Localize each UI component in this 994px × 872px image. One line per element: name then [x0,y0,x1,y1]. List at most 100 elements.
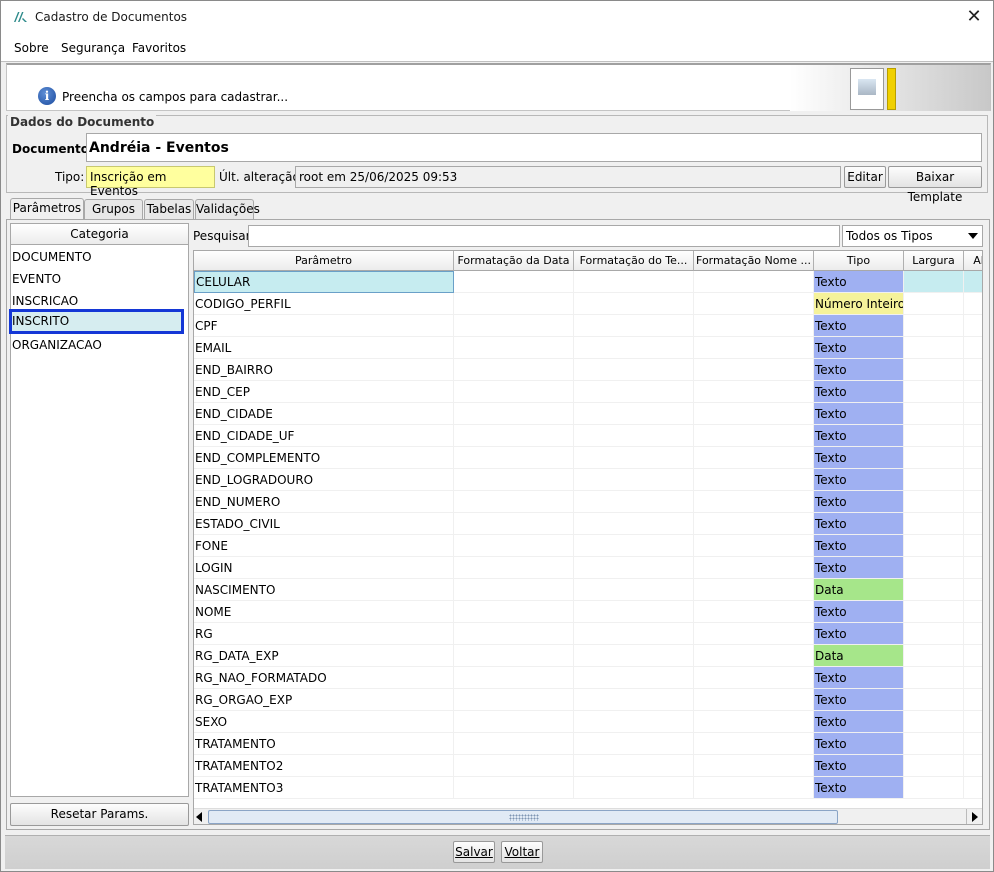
column-header-formatacao-nome[interactable]: Formatação Nome ... [694,251,814,271]
resetar-params-button[interactable]: Resetar Params. [10,803,189,826]
table-cell[interactable] [964,491,982,513]
table-cell[interactable] [964,601,982,623]
table-cell[interactable] [964,271,982,293]
tipo-cell[interactable]: Texto [814,777,904,799]
table-cell[interactable] [574,579,694,601]
table-cell[interactable] [904,469,964,491]
table-cell[interactable] [964,337,982,359]
tab-tabelas[interactable]: Tabelas [144,199,194,219]
scroll-right-icon[interactable] [972,812,978,822]
table-cell[interactable] [694,447,814,469]
voltar-button[interactable]: Voltar [501,841,543,863]
table-cell[interactable] [904,425,964,447]
table-cell[interactable] [904,337,964,359]
scroll-thumb[interactable] [208,810,838,824]
table-cell[interactable] [454,667,574,689]
table-cell[interactable] [694,381,814,403]
table-row[interactable]: CPF Texto [194,315,982,337]
table-cell[interactable] [964,755,982,777]
menu-sobre[interactable]: Sobre [14,41,49,55]
table-cell[interactable] [454,601,574,623]
table-cell[interactable] [454,755,574,777]
table-cell[interactable] [694,359,814,381]
table-cell[interactable] [964,667,982,689]
tipo-cell[interactable]: Texto [814,491,904,513]
column-header-formatacao-data[interactable]: Formatação da Data [454,251,574,271]
horizontal-scrollbar[interactable] [194,808,982,824]
parametro-cell[interactable]: RG_ORGAO_EXP [194,689,454,711]
table-cell[interactable] [574,535,694,557]
tipo-cell[interactable]: Texto [814,271,904,293]
tipo-cell[interactable]: Texto [814,425,904,447]
table-cell[interactable] [694,293,814,315]
table-cell[interactable] [574,315,694,337]
table-cell[interactable] [694,645,814,667]
table-row[interactable]: ESTADO_CIVIL Texto [194,513,982,535]
table-cell[interactable] [574,733,694,755]
categoria-item[interactable]: EVENTO [11,268,188,290]
table-cell[interactable] [454,535,574,557]
table-cell[interactable] [454,403,574,425]
table-cell[interactable] [574,557,694,579]
parametro-cell[interactable]: CELULAR [194,271,454,293]
table-cell[interactable] [454,447,574,469]
table-cell[interactable] [574,403,694,425]
table-cell[interactable] [904,711,964,733]
table-cell[interactable] [904,601,964,623]
table-row[interactable]: CODIGO_PERFIL Número Inteiro [194,293,982,315]
table-cell[interactable] [574,645,694,667]
table-row[interactable]: END_CEP Texto [194,381,982,403]
parametro-cell[interactable]: TRATAMENTO2 [194,755,454,777]
table-row[interactable]: RG_ORGAO_EXP Texto [194,689,982,711]
table-row[interactable]: NOME Texto [194,601,982,623]
table-cell[interactable] [454,777,574,799]
tipo-cell[interactable]: Texto [814,359,904,381]
table-cell[interactable] [694,491,814,513]
documento-field[interactable]: Andréia - Eventos [86,133,982,162]
table-cell[interactable] [574,623,694,645]
table-cell[interactable] [964,315,982,337]
tipo-cell[interactable]: Texto [814,315,904,337]
table-cell[interactable] [694,601,814,623]
categoria-item[interactable]: ORGANIZACAO [11,334,188,356]
parametro-cell[interactable]: RG_DATA_EXP [194,645,454,667]
column-header-tipo[interactable]: Tipo [814,251,904,271]
table-cell[interactable] [904,513,964,535]
table-row[interactable]: NASCIMENTO Data [194,579,982,601]
column-header-largura[interactable]: Largura [904,251,964,271]
table-cell[interactable] [694,579,814,601]
tipo-cell[interactable]: Data [814,645,904,667]
table-cell[interactable] [454,645,574,667]
parametro-cell[interactable]: END_CIDADE_UF [194,425,454,447]
tipo-cell[interactable]: Texto [814,535,904,557]
table-cell[interactable] [964,381,982,403]
table-row[interactable]: RG Texto [194,623,982,645]
salvar-button[interactable]: Salvar [453,841,495,863]
table-cell[interactable] [904,579,964,601]
table-cell[interactable] [454,711,574,733]
parametro-cell[interactable]: FONE [194,535,454,557]
table-row[interactable]: CELULAR Texto [194,271,982,293]
table-cell[interactable] [694,337,814,359]
table-cell[interactable] [904,491,964,513]
table-cell[interactable] [574,469,694,491]
table-cell[interactable] [574,711,694,733]
tipo-cell[interactable]: Texto [814,733,904,755]
table-row[interactable]: LOGIN Texto [194,557,982,579]
table-cell[interactable] [694,689,814,711]
table-row[interactable]: END_NUMERO Texto [194,491,982,513]
table-cell[interactable] [904,755,964,777]
table-cell[interactable] [904,667,964,689]
tipo-cell[interactable]: Texto [814,667,904,689]
table-cell[interactable] [964,447,982,469]
table-cell[interactable] [694,535,814,557]
column-header-formatacao-texto[interactable]: Formatação do Te... [574,251,694,271]
tipo-cell[interactable]: Texto [814,711,904,733]
parametro-cell[interactable]: END_NUMERO [194,491,454,513]
table-cell[interactable] [964,535,982,557]
table-cell[interactable] [904,315,964,337]
table-row[interactable]: FONE Texto [194,535,982,557]
parametro-cell[interactable]: CPF [194,315,454,337]
table-cell[interactable] [694,777,814,799]
tipo-cell[interactable]: Texto [814,447,904,469]
